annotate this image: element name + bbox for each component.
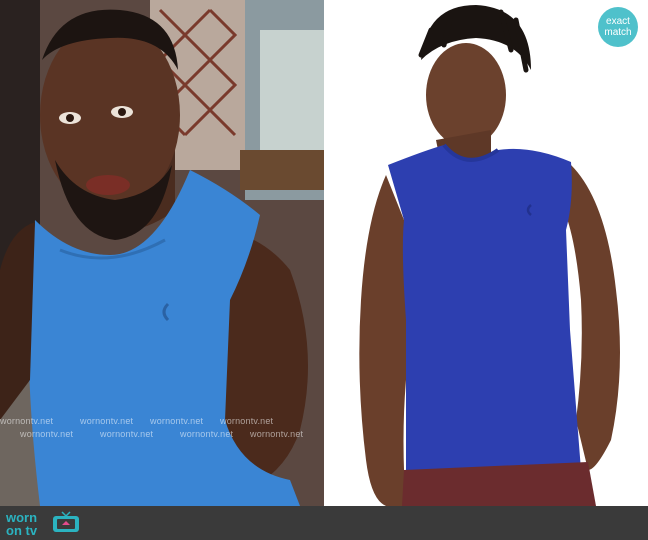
exact-match-badge: exact match bbox=[598, 7, 638, 47]
watermark-text: wornontv.net bbox=[220, 416, 274, 426]
logo-word-ontv: on tv bbox=[6, 523, 38, 538]
watermark-text: wornontv.net bbox=[20, 429, 74, 439]
watermark-text: wornontv.net bbox=[100, 429, 154, 439]
watermark-text: wornontv.net bbox=[150, 416, 204, 426]
tv-icon bbox=[53, 511, 79, 532]
right-photo: exact match bbox=[326, 0, 648, 506]
watermark-text: wornontv.net bbox=[250, 429, 304, 439]
watermark-text: wornontv.net bbox=[0, 416, 54, 426]
left-photo: wornontv.net wornontv.net wornontv.net w… bbox=[0, 0, 324, 506]
watermark-text: wornontv.net bbox=[80, 416, 134, 426]
watermark-text: wornontv.net bbox=[180, 429, 234, 439]
footer-bar: worn on tv bbox=[0, 506, 648, 540]
wornontv-logo[interactable]: worn on tv bbox=[6, 509, 86, 537]
right-scene bbox=[326, 0, 648, 506]
